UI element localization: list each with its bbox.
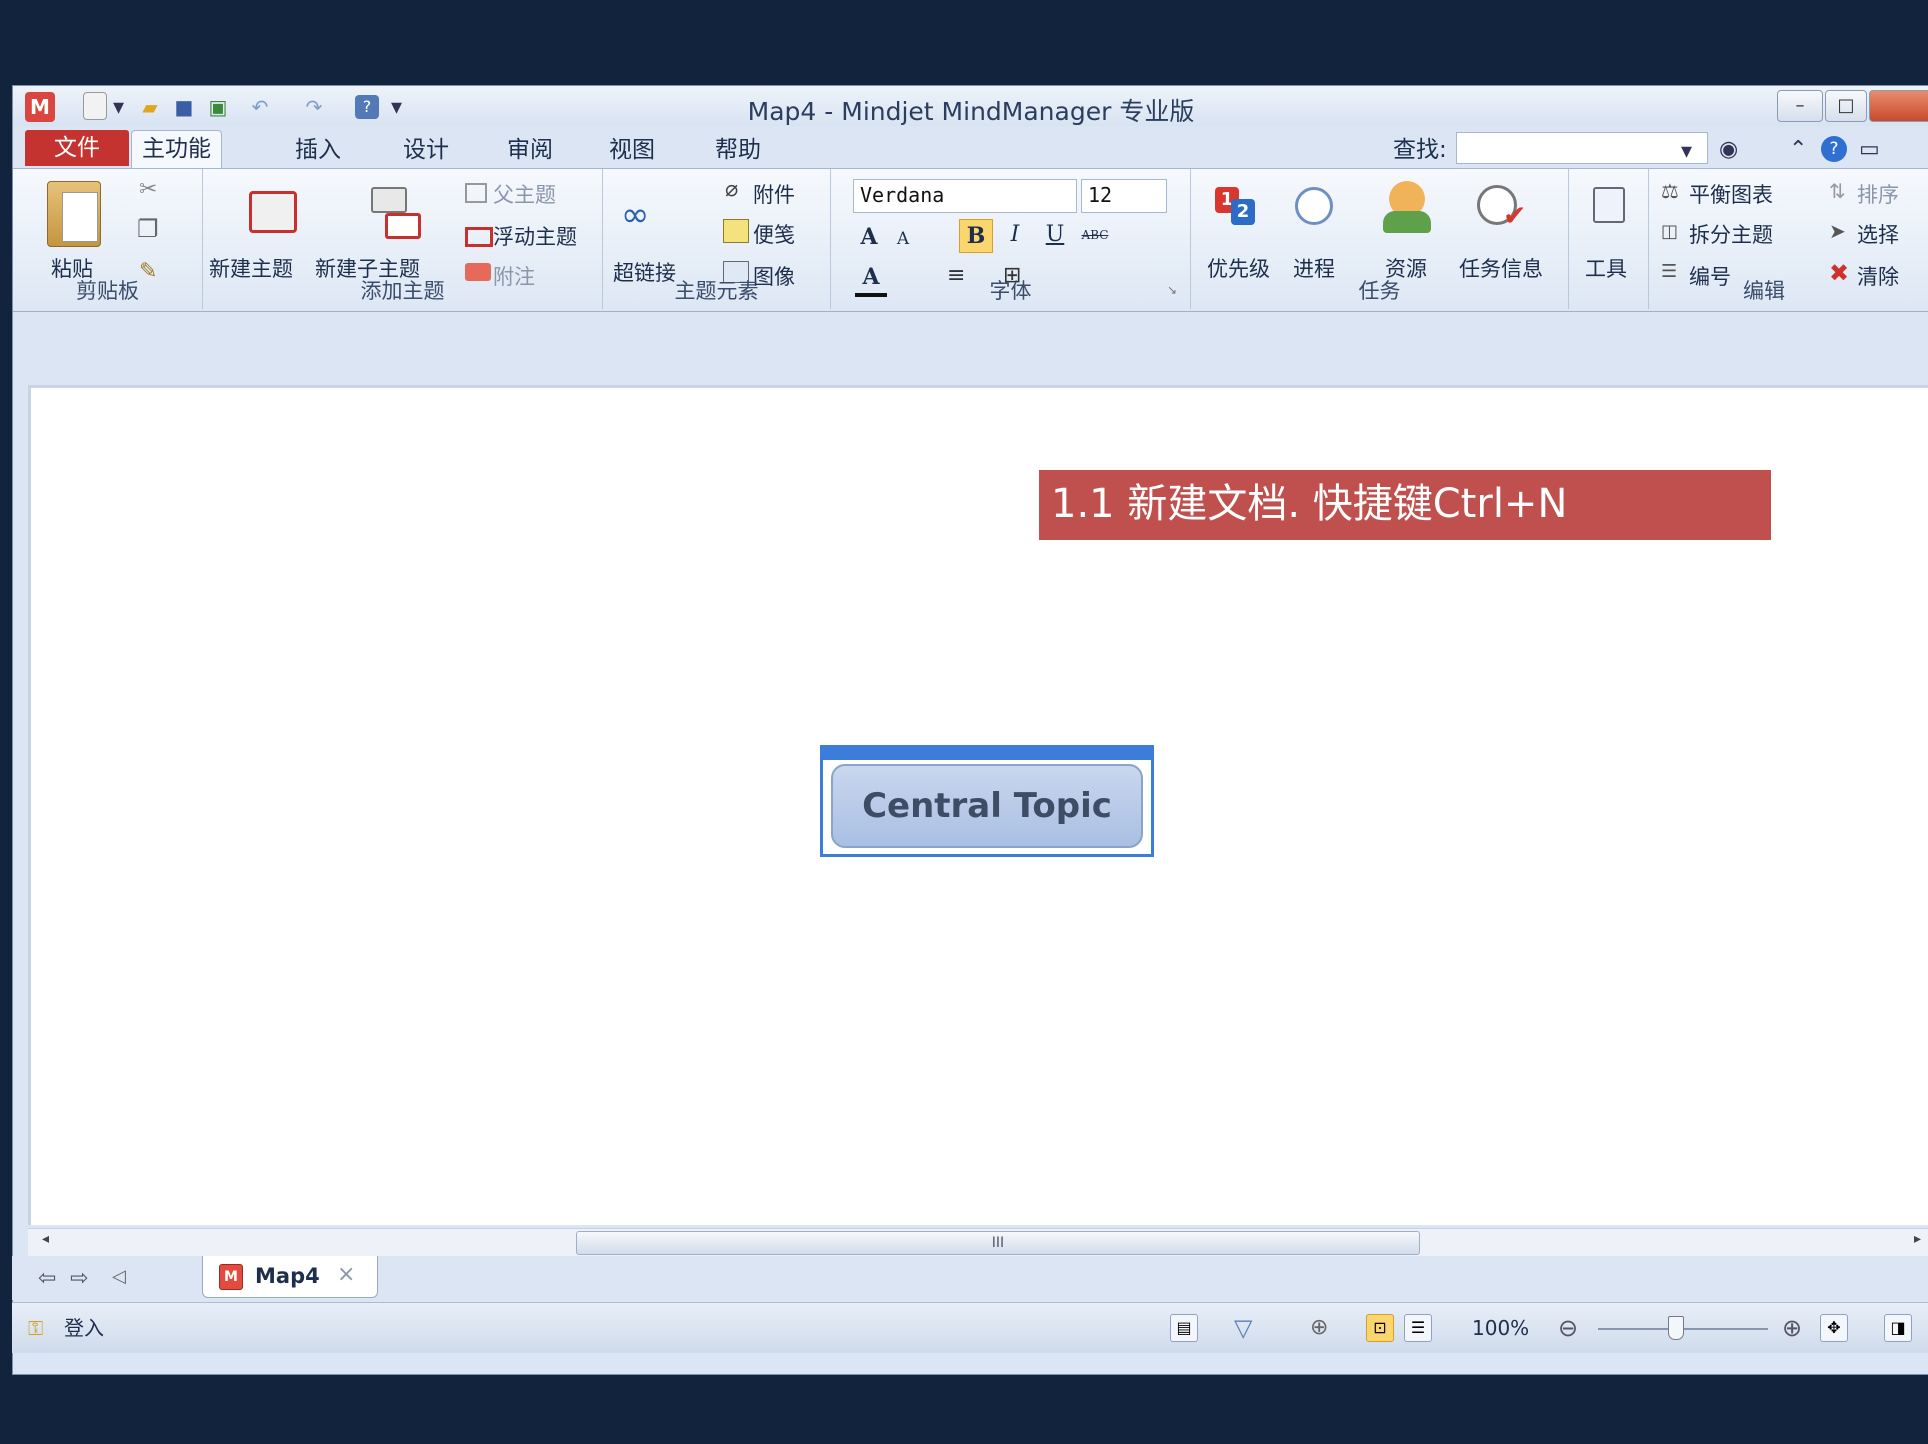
italic-button[interactable]: I [999, 219, 1031, 251]
text-view-icon[interactable]: ☰ [1404, 1314, 1432, 1342]
filter-icon[interactable]: ▽ [1234, 1303, 1252, 1353]
tab-help[interactable]: 帮助 [705, 132, 771, 168]
zoom-in-icon[interactable]: ⊕ [1782, 1303, 1802, 1353]
zoom-level: 100% [1472, 1316, 1530, 1340]
find-dropdown-icon[interactable]: ▾ [1681, 138, 1692, 166]
hyperlink-icon[interactable]: ∞ [621, 195, 649, 235]
balance-map-icon: ⚖ [1661, 179, 1679, 203]
document-tab-label: Map4 [255, 1264, 320, 1288]
tab-file[interactable]: 文件 [25, 130, 129, 166]
find-label: 查找: [1393, 137, 1447, 163]
outline-view-icon[interactable]: ▤ [1170, 1314, 1198, 1342]
notes-icon [723, 219, 749, 243]
bold-button[interactable]: B [959, 219, 993, 253]
selection-handle-bar[interactable] [823, 748, 1151, 760]
tools-icon[interactable] [1593, 187, 1625, 223]
new-subtopic-icon[interactable] [371, 187, 407, 213]
collapse-ribbon-icon[interactable]: ⌃ [1789, 136, 1807, 164]
tab-scroll-left-icon[interactable]: ◁ [112, 1266, 126, 1287]
status-bar: ⚿ 登入 ▤ ▽ ⊕ ⊡ ☰ 100% ⊖ ⊕ ✥ ◨ [12, 1302, 1928, 1353]
tab-view[interactable]: 视图 [599, 132, 665, 168]
tutorial-banner: 1.1 新建文档. 快捷键Ctrl+N [1039, 470, 1771, 540]
progress-icon[interactable] [1295, 187, 1333, 225]
branch-icon[interactable]: ⊕ [1310, 1303, 1328, 1353]
select-button[interactable]: 选择 [1857, 219, 1899, 249]
balance-map-button[interactable]: 平衡图表 [1689, 179, 1773, 209]
zoom-slider-thumb[interactable] [1668, 1316, 1684, 1340]
central-topic-selection[interactable]: Central Topic [820, 745, 1154, 857]
topic-elements-group-label: 主题元素 [674, 279, 759, 303]
map-view-icon[interactable]: ⊡ [1366, 1314, 1394, 1342]
minimize-button[interactable]: – [1777, 90, 1823, 122]
split-topic-icon: ◫ [1661, 221, 1679, 242]
horizontal-scrollbar[interactable]: ◂ III ▸ [28, 1228, 1928, 1257]
notes-button[interactable]: 便笺 [753, 219, 795, 249]
copy-icon[interactable]: ❐ [137, 215, 159, 243]
group-edit: ⚖ 平衡图表 ◫ 拆分主题 ☰ 编号 ⇅ 排序 ➤ 选择 ✖ 清除 编辑 [1649, 169, 1928, 309]
map-doc-icon: M [219, 1264, 243, 1290]
tab-insert[interactable]: 插入 [285, 132, 351, 168]
grow-font-button[interactable]: A [853, 221, 885, 253]
floating-topic-button[interactable]: 浮动主题 [493, 221, 577, 251]
group-tools: 工具 [1569, 169, 1649, 309]
font-family-select[interactable]: Verdana [853, 179, 1077, 213]
tab-review[interactable]: 审阅 [497, 132, 563, 168]
close-tab-icon[interactable]: × [337, 1262, 355, 1287]
document-tab-map4[interactable]: M Map4 × [202, 1256, 378, 1298]
split-topic-button[interactable]: 拆分主题 [1689, 219, 1773, 249]
parent-topic-button[interactable]: 父主题 [493, 179, 556, 209]
floating-topic-icon [465, 227, 493, 247]
tab-home[interactable]: 主功能 [131, 130, 222, 168]
sort-icon: ⇅ [1829, 179, 1846, 203]
login-key-icon: ⚿ [28, 1316, 44, 1340]
tools-button[interactable]: 工具 [1585, 253, 1627, 283]
zoom-out-icon[interactable]: ⊖ [1558, 1303, 1578, 1353]
ribbon: 粘贴 ✂ ❐ ✎ 剪贴板 新建主题 新建子主题 父主题 浮动主题 附注 添加主题… [13, 168, 1928, 312]
paste-icon[interactable] [47, 181, 101, 247]
window-controls: – □ [1777, 90, 1928, 124]
font-group-label: 字体 [989, 279, 1032, 303]
font-size-select[interactable]: 12 [1081, 179, 1167, 213]
group-topic-elements: ∞ 超链接 ⌀ 附件 便笺 图像 主题元素 [603, 169, 831, 309]
underline-button[interactable]: U [1039, 219, 1071, 251]
attachment-icon: ⌀ [725, 177, 739, 202]
ribbon-tabs: 文件 主功能 插入 设计 审阅 视图 帮助 查找: ▾ ◉ ⌃ ? ▭ [13, 126, 1928, 168]
group-task: 1 2 优先级 进程 资源 ✔ 任务信息 任务 [1191, 169, 1569, 309]
select-cursor-icon: ➤ [1829, 219, 1846, 243]
central-topic[interactable]: Central Topic [831, 764, 1143, 848]
binoculars-icon[interactable]: ◉ [1719, 136, 1738, 164]
find-input[interactable] [1456, 132, 1708, 164]
forward-arrow-icon[interactable]: ⇨ [70, 1266, 88, 1291]
sort-button[interactable]: 排序 [1857, 179, 1899, 209]
parent-topic-icon [465, 183, 487, 203]
scroll-right-icon[interactable]: ▸ [1914, 1231, 1921, 1247]
clipboard-group-label: 剪贴板 [76, 279, 139, 303]
restore-icon[interactable]: ▭ [1859, 136, 1880, 164]
tab-design[interactable]: 设计 [393, 132, 459, 168]
new-topic-icon[interactable] [249, 191, 297, 233]
title-bar: M ▾ ▰ ■ ▣ ↶ ↷ ? ▾ Map4 - Mindjet MindMan… [13, 86, 1928, 126]
help-circle-icon[interactable]: ? [1821, 136, 1847, 162]
login-button[interactable]: 登入 [64, 1303, 104, 1353]
tutorial-banner-text: 1.1 新建文档. 快捷键Ctrl+N [1051, 481, 1568, 527]
document-tab-bar: ⇦ ⇨ ◁ M Map4 × [12, 1256, 1928, 1300]
strikethrough-button[interactable]: ABC [1075, 219, 1115, 251]
edit-group-label: 编辑 [1743, 279, 1785, 303]
group-add-topic: 新建主题 新建子主题 父主题 浮动主题 附注 添加主题 [203, 169, 603, 309]
maximize-button[interactable]: □ [1825, 90, 1867, 122]
fit-map-icon[interactable]: ✥ [1820, 1314, 1848, 1342]
cut-icon[interactable]: ✂ [139, 177, 157, 202]
shrink-font-button[interactable]: A [887, 223, 919, 255]
group-clipboard: 粘贴 ✂ ❐ ✎ 剪贴板 [13, 169, 203, 309]
panel-toggle-icon[interactable]: ◨ [1884, 1314, 1912, 1342]
attachment-button[interactable]: 附件 [753, 179, 795, 209]
close-button[interactable] [1869, 90, 1928, 122]
window-title: Map4 - Mindjet MindManager 专业版 [747, 97, 1195, 126]
group-font: Verdana 12 A A B I U ABC A ≡ ⊞ ↘ 字体 [831, 169, 1191, 309]
back-arrow-icon[interactable]: ⇦ [38, 1266, 56, 1291]
scroll-left-icon[interactable]: ◂ [42, 1231, 49, 1247]
add-topic-group-label: 添加主题 [360, 279, 445, 303]
scroll-thumb[interactable]: III [576, 1231, 1420, 1255]
task-group-label: 任务 [1358, 279, 1401, 303]
